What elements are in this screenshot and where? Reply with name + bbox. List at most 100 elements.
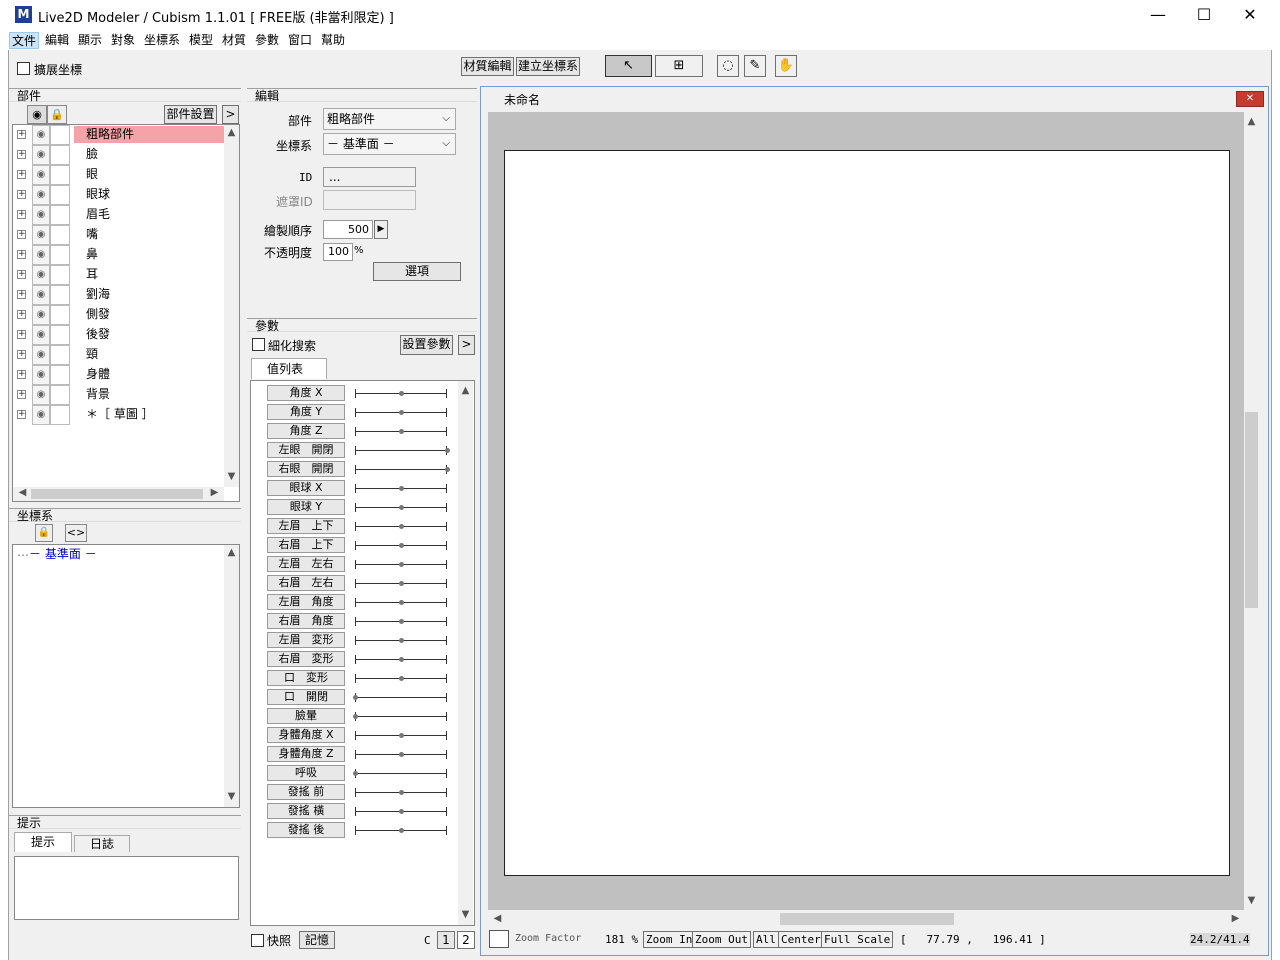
parts-hscroll-thumb[interactable] <box>31 489 203 499</box>
all-button[interactable]: All <box>753 931 779 948</box>
part-label[interactable]: 劉海 <box>74 286 226 303</box>
param-name-button[interactable]: 口 変形 <box>267 670 345 686</box>
menu-file[interactable]: 文件 <box>9 32 40 49</box>
param-slider-track[interactable] <box>355 716 447 717</box>
eye-icon[interactable]: ◉ <box>32 145 50 165</box>
lock-toggle[interactable] <box>50 185 70 205</box>
list-item[interactable]: + ◉ 後發 <box>13 325 228 345</box>
snapshot-checkbox[interactable] <box>251 934 264 947</box>
memory-button[interactable]: 記憶 <box>299 931 335 949</box>
param-name-button[interactable]: 左眉 角度 <box>267 594 345 610</box>
eye-icon[interactable]: ◉ <box>32 345 50 365</box>
play-arrow-icon[interactable]: ▶ <box>374 220 388 239</box>
scroll-down-icon[interactable]: ▼ <box>1244 895 1259 906</box>
list-item[interactable]: + ◉ 身體 <box>13 365 228 385</box>
param-slider-knob[interactable] <box>445 467 450 472</box>
param-name-button[interactable]: 右眉 変形 <box>267 651 345 667</box>
eye-icon[interactable]: ◉ <box>32 205 50 225</box>
zoom-in-button[interactable]: Zoom In <box>643 931 696 948</box>
param-name-button[interactable]: 呼吸 <box>267 765 345 781</box>
scroll-left-icon[interactable]: ◀ <box>490 913 505 924</box>
tab-log[interactable]: 日誌 <box>74 835 130 852</box>
canvas-area[interactable] <box>504 150 1230 876</box>
param-slider-knob[interactable] <box>399 505 404 510</box>
lock-toggle[interactable] <box>50 285 70 305</box>
scroll-right-icon[interactable]: ▶ <box>207 487 222 498</box>
background-color-swatch[interactable] <box>489 930 509 948</box>
part-select[interactable]: 粗略部件 ⌵ <box>323 108 456 130</box>
minimize-button[interactable]: — <box>1135 0 1181 30</box>
lock-toggle[interactable] <box>50 345 70 365</box>
list-item[interactable]: + ◉ 粗略部件 <box>13 125 228 145</box>
mesh-tool-button[interactable]: ⊞ <box>655 55 703 77</box>
expand-icon[interactable]: + <box>17 170 26 179</box>
param-slider-knob[interactable] <box>399 581 404 586</box>
part-label[interactable]: 頸 <box>74 346 226 363</box>
param-name-button[interactable]: 發搖 後 <box>267 822 345 838</box>
tab-value-list[interactable]: 值列表 <box>251 358 327 379</box>
part-label[interactable]: 眉毛 <box>74 206 226 223</box>
hand-tool-button[interactable]: ✋ <box>775 55 797 77</box>
eye-icon[interactable]: ◉ <box>32 405 50 425</box>
coords-expand-icon[interactable]: <> <box>65 524 87 542</box>
scroll-up-icon[interactable]: ▲ <box>224 127 239 138</box>
param-name-button[interactable]: 角度 X <box>267 385 345 401</box>
lasso-tool-button[interactable]: ◌ <box>717 55 739 77</box>
select-tool-button[interactable]: ↖ <box>605 55 652 77</box>
part-label[interactable]: 耳 <box>74 266 226 283</box>
menu-edit[interactable]: 編輯 <box>43 32 71 49</box>
eye-icon[interactable]: ◉ <box>32 305 50 325</box>
param-slider-knob[interactable] <box>399 486 404 491</box>
coords-lock-icon[interactable]: 🔒 <box>35 524 53 542</box>
menu-params[interactable]: 參數 <box>253 32 281 49</box>
list-item[interactable]: + ◉ 眼球 <box>13 185 228 205</box>
menu-window[interactable]: 窗口 <box>286 32 314 49</box>
lock-toggle[interactable] <box>50 225 70 245</box>
lock-toggle[interactable] <box>50 125 70 145</box>
expand-icon[interactable]: + <box>17 250 26 259</box>
param-slider-track[interactable] <box>355 697 447 698</box>
eye-icon[interactable]: ◉ <box>32 285 50 305</box>
lock-toggle[interactable] <box>50 405 70 425</box>
maximize-button[interactable]: ☐ <box>1181 0 1227 30</box>
part-label[interactable]: ＊［ 草圖 ］ <box>74 406 226 423</box>
zoom-out-button[interactable]: Zoom Out <box>692 931 751 948</box>
part-label[interactable]: 眼球 <box>74 186 226 203</box>
param-slider-knob[interactable] <box>399 828 404 833</box>
list-item[interactable]: + ◉ 鼻 <box>13 245 228 265</box>
param-slider-knob[interactable] <box>399 600 404 605</box>
part-label[interactable]: 身體 <box>74 366 226 383</box>
param-slider-knob[interactable] <box>399 524 404 529</box>
param-slider-knob[interactable] <box>399 676 404 681</box>
param-name-button[interactable]: 左眉 変形 <box>267 632 345 648</box>
eye-icon[interactable]: ◉ <box>32 165 50 185</box>
param-slider-knob[interactable] <box>399 619 404 624</box>
part-label[interactable]: 臉 <box>74 146 226 163</box>
param-name-button[interactable]: 發搖 橫 <box>267 803 345 819</box>
set-params-button[interactable]: 設置參數 <box>400 335 453 355</box>
expand-icon[interactable]: + <box>17 230 26 239</box>
param-slider-track[interactable] <box>355 450 447 451</box>
expand-icon[interactable]: + <box>17 150 26 159</box>
list-item[interactable]: + ◉ 頸 <box>13 345 228 365</box>
create-coords-button[interactable]: 建立坐標系 <box>516 57 580 76</box>
lock-toggle[interactable] <box>50 365 70 385</box>
param-slider-knob[interactable] <box>353 714 358 719</box>
extend-coords-checkbox[interactable] <box>17 62 30 75</box>
center-button[interactable]: Center <box>778 931 824 948</box>
expand-icon[interactable]: + <box>17 290 26 299</box>
param-name-button[interactable]: 角度 Y <box>267 404 345 420</box>
expand-icon[interactable]: + <box>17 330 26 339</box>
part-label[interactable]: 側發 <box>74 306 226 323</box>
canvas-hscroll-thumb[interactable] <box>780 913 954 925</box>
expand-icon[interactable]: + <box>17 190 26 199</box>
param-name-button[interactable]: 右眉 左右 <box>267 575 345 591</box>
list-item[interactable]: + ◉ 側發 <box>13 305 228 325</box>
parts-more-button[interactable]: > <box>222 105 239 124</box>
lock-toggle[interactable] <box>50 385 70 405</box>
params-more-button[interactable]: > <box>458 335 475 355</box>
parts-hscroll[interactable]: ◀ ▶ <box>13 487 224 501</box>
menu-object[interactable]: 對象 <box>109 32 137 49</box>
param-name-button[interactable]: 身體角度 Z <box>267 746 345 762</box>
scroll-up-icon[interactable]: ▲ <box>458 385 473 396</box>
